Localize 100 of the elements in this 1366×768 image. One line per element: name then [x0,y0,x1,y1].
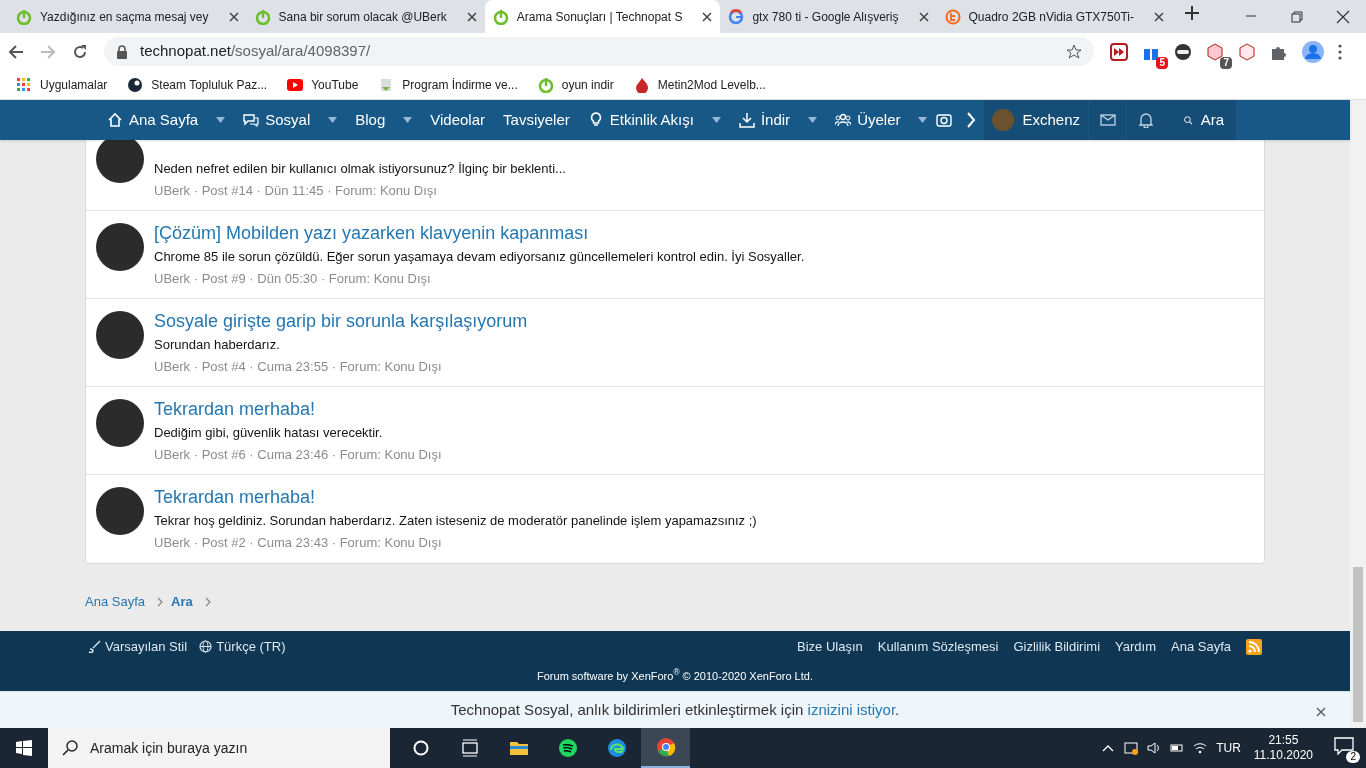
footer-link[interactable]: Ana Sayfa [1171,636,1231,657]
task-view-icon [459,738,480,758]
nav-tab[interactable]: Sosyal [234,100,347,140]
breadcrumb-link[interactable]: Ana Sayfa [85,592,145,612]
post-meta: UBerk · Post #6 · Cuma 23:46 · Forum: Konu Dışı [154,446,442,464]
breadcrumb-link[interactable]: Ara [171,592,193,612]
close-icon[interactable] [1316,706,1326,717]
paintbrush-icon [88,640,101,653]
bookmark[interactable]: Program İndirme ve... [378,75,518,94]
footer-link[interactable]: Gizlilik Bildirimi [1013,636,1101,657]
scrollbar-thumb[interactable] [1353,567,1363,722]
post-meta: UBerk · Post #14 · Dün 11:45 · Forum: Konu Dışı [154,182,438,200]
scrollbar[interactable] [1350,100,1366,728]
taskbar-clock[interactable]: 21:55 11.10.2020 [1253,733,1313,763]
nav-tab[interactable]: Üyeler [826,100,937,140]
close-icon[interactable] [1153,11,1164,22]
bookmark[interactable]: Steam Topluluk Paz... [127,75,268,94]
network-warning-icon[interactable] [1124,741,1139,755]
home-icon [107,112,123,128]
nav-tab[interactable]: İndir [729,100,827,140]
notification-count: 2 [1346,751,1360,763]
avatar [96,487,144,535]
back-arrow-icon[interactable] [8,43,24,60]
padlock-icon [116,44,128,59]
windows-start-icon[interactable] [16,740,32,756]
browser-tab[interactable]: Quadro 2GB nVidia GTX750Ti- [936,0,1172,33]
power-icon [254,8,271,25]
browser-tab[interactable]: Yazdığınız en saçma mesaj vey [8,0,247,33]
footer-link[interactable]: Yardım [1115,636,1156,657]
restore-icon[interactable] [1290,9,1304,24]
browser-tab[interactable]: gtx 780 ti - Google Alışveriş [720,0,937,33]
address-bar[interactable]: technopat.net/sosyal/ara/4098397/ [104,37,1094,66]
letter-t-circle-icon [944,8,961,25]
footer-link[interactable]: Varsayılan Stil [88,636,188,657]
post-snippet: Tekrar hoş geldiniz. Sorundan haberdarız. Zaten isteseniz de moderatör panelinde işlem yapamazsınız ;) [154,512,757,530]
bookmark[interactable]: Uygulamalar [16,75,108,94]
nav-tab[interactable]: Blog [346,100,422,140]
spotify-logo-icon [557,738,578,758]
nav-tab[interactable]: Videolar [421,100,495,140]
apps-grid-icon [16,76,32,93]
globe-icon [199,640,213,653]
post-meta: UBerk · Post #4 · Cuma 23:55 · Forum: Konu Dışı [154,358,443,376]
star-icon[interactable] [1066,43,1082,60]
close-icon[interactable] [918,11,929,22]
reload-icon[interactable] [72,43,88,60]
bookmark[interactable]: Metin2Mod Levelb... [633,75,766,94]
play-button-icon [287,76,304,93]
bell-icon[interactable] [1137,112,1154,128]
edge-logo-icon [606,738,627,758]
rss-feed-icon[interactable] [1246,638,1262,655]
permission-link[interactable]: iznizini istiyor [807,700,896,718]
power-icon [492,8,509,25]
google-logo-icon [728,8,745,25]
browser-tab[interactable]: Sana bir sorum olacak @UBerk [246,0,485,33]
hexagon-n-icon[interactable] [1206,42,1224,61]
bookmark[interactable]: oyun indir [537,75,614,94]
nav-tab[interactable]: Ana Sayfa [98,100,235,140]
post-snippet: Neden nefret edilen bir kullanıcı olmak istiyorsunuz? İlginç bir beklenti... [154,160,566,178]
speaker-icon[interactable] [1147,741,1162,755]
battery-icon[interactable] [1170,741,1185,755]
close-icon[interactable] [466,11,477,22]
profile-avatar-icon[interactable] [1302,40,1324,63]
nav-tab[interactable]: Etkinlik Akışı [578,100,730,140]
steam-logo-icon [127,76,144,93]
notice-text: Technopat Sosyal, anlık bildirimleri etkinleştirmek için iznizini istiyor. [450,699,900,720]
taskbar-search-field[interactable]: Aramak için buraya yazın [48,728,390,768]
footer-link[interactable]: Bize Ulaşın [797,636,863,657]
post-title-link[interactable]: Tekrardan merhaba! [154,485,757,509]
post-title-link[interactable]: Sosyale girişte garip bir sorunla karşılaşıyorum [154,309,528,333]
badge-count: 5 [1156,56,1168,69]
nav-tab[interactable]: Tavsiyeler [494,100,579,140]
close-icon[interactable] [228,11,239,22]
post-title-link[interactable]: [Çözüm] Mobilden yazı yazarken klavyenin kapanması [154,221,805,245]
language-indicator[interactable]: TUR [1216,739,1241,757]
avatar [96,399,144,447]
close-icon[interactable] [1336,9,1350,24]
avatar [992,109,1015,131]
more-vertical-icon[interactable] [1338,43,1342,60]
fast-forward-icon[interactable] [1110,42,1128,61]
bookmark[interactable]: YouTube [287,75,359,94]
footer-link[interactable]: Türkçe (TR) [199,636,286,657]
post-title-link[interactable]: Tekrardan merhaba! [154,397,442,421]
envelope-icon[interactable] [1099,112,1116,128]
new-tab-plus-icon[interactable] [1184,6,1199,20]
hexagon-d-icon[interactable] [1238,42,1256,61]
power-icon [16,8,32,25]
url-text: technopat.net/sosyal/ara/4098397/ [140,41,372,62]
footer-link[interactable]: Kullanım Sözleşmesi [877,636,999,657]
avatar [96,311,144,359]
chevron-right-icon[interactable] [966,112,977,128]
user-menu[interactable]: Exchenz [984,100,1089,140]
browser-tab[interactable]: Arama Sonuçları | Technopat S [484,0,721,33]
post-meta: UBerk · Post #9 · Dün 05:30 · Forum: Konu Dışı [154,270,432,288]
camera-icon [936,112,953,128]
close-icon[interactable] [702,11,713,22]
post-snippet: Sorundan haberdarız. [154,336,281,354]
users-icon [835,112,852,128]
wifi-icon[interactable] [1193,741,1208,755]
chevron-right-icon [157,596,163,607]
chevron-right-icon [204,596,211,607]
